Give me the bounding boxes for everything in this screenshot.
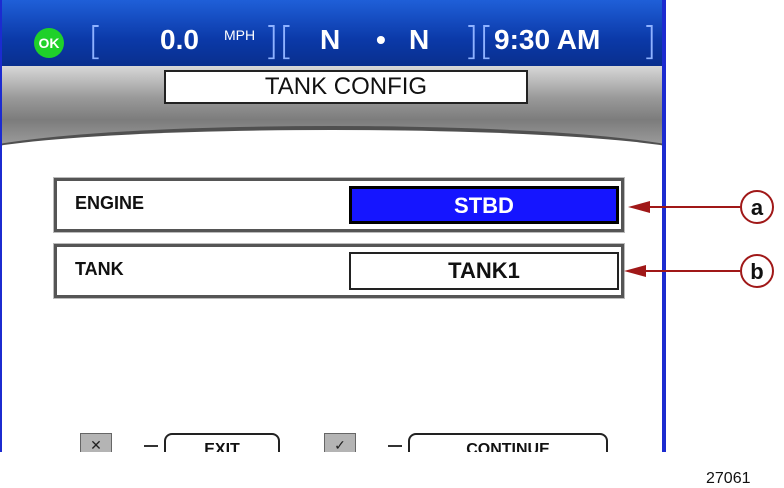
callout-b-line — [636, 270, 740, 272]
speed-unit: MPH — [224, 27, 256, 43]
bracket-open: [ — [88, 19, 103, 63]
gear-separator: • — [376, 24, 386, 55]
continue-key-icon[interactable]: ✓ — [324, 433, 356, 452]
gear-port: N — [320, 24, 341, 55]
tank-value-field[interactable]: TANK1 — [349, 252, 619, 290]
callout-b-arrowhead — [624, 265, 646, 277]
callout-a-line — [640, 206, 740, 208]
engine-label: ENGINE — [75, 193, 145, 213]
status-bar: OK [ 0.0 MPH ][ N • N ][ 9:30 AM ] — [2, 0, 662, 66]
clock: 9:30 AM — [494, 24, 601, 55]
screen-title: TANK CONFIG — [164, 70, 528, 104]
exit-button[interactable]: EXIT — [164, 433, 280, 452]
continue-button[interactable]: CONTINUE — [408, 433, 608, 452]
bracket-separator-2: ][ — [464, 19, 494, 63]
tank-setting-row[interactable]: TANK TANK1 — [53, 243, 625, 299]
continue-connector — [388, 445, 402, 447]
engine-value-field[interactable]: STBD — [349, 186, 619, 224]
exit-connector — [144, 445, 158, 447]
ok-status-indicator: OK — [34, 28, 64, 58]
tank-label: TANK — [75, 259, 124, 279]
display-screen: OK [ 0.0 MPH ][ N • N ][ 9:30 AM ] TANK … — [0, 0, 666, 452]
figure-number: 27061 — [706, 470, 751, 487]
callout-b: b — [740, 254, 774, 288]
bracket-close: ] — [642, 19, 657, 63]
callout-a: a — [740, 190, 774, 224]
gear-stbd: N — [409, 24, 430, 55]
exit-key-icon[interactable]: ✕ — [80, 433, 112, 452]
bracket-separator: ][ — [264, 19, 294, 63]
speed-readout: 0.0 — [160, 24, 199, 55]
callout-a-arrowhead — [628, 201, 650, 213]
engine-setting-row[interactable]: ENGINE STBD — [53, 177, 625, 233]
